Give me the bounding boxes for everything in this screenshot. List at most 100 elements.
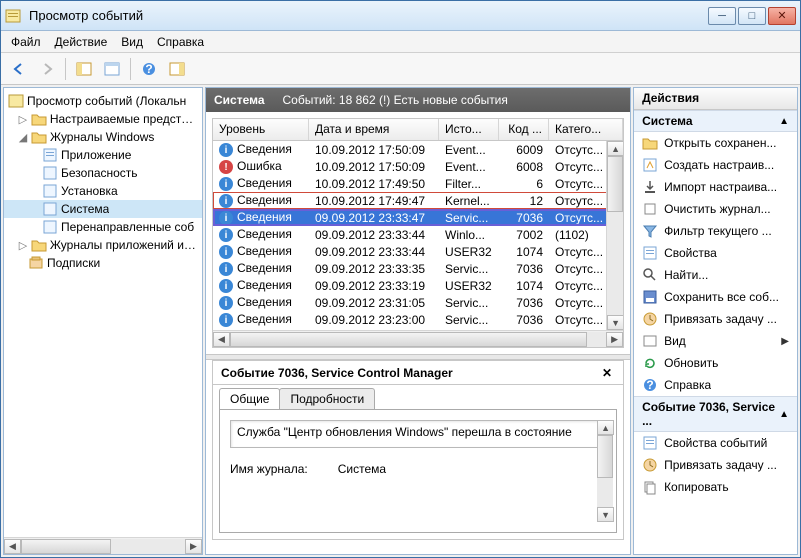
log-icon [42, 165, 58, 181]
detail-vscroll[interactable]: ▲ ▼ [597, 420, 613, 522]
col-source[interactable]: Исто... [439, 119, 499, 140]
detail-title: Событие 7036, Service Control Manager [221, 366, 599, 380]
table-row[interactable]: iСведения10.09.2012 17:49:47Kernel...12О… [213, 192, 623, 209]
back-button[interactable] [7, 57, 31, 81]
task-icon [642, 311, 658, 327]
scroll-up-icon[interactable]: ▲ [597, 420, 614, 435]
menu-help[interactable]: Справка [157, 35, 204, 49]
table-row[interactable]: iСведения09.09.2012 23:33:44USER321074От… [213, 243, 623, 260]
scroll-left-icon[interactable]: ◀ [4, 539, 21, 554]
detail-tabs: Общие Подробности [213, 385, 623, 409]
grid-body[interactable]: iСведения10.09.2012 17:50:09Event...6009… [213, 141, 623, 330]
menu-action[interactable]: Действие [55, 35, 108, 49]
grid-vscroll[interactable]: ▲ ▼ [606, 141, 623, 330]
menu-file[interactable]: Файл [11, 35, 41, 49]
table-row[interactable]: iСведения09.09.2012 23:33:35Servic...703… [213, 260, 623, 277]
action-item[interactable]: Вид▶ [634, 330, 797, 352]
titlebar[interactable]: Просмотр событий ─ □ ✕ [1, 1, 800, 31]
scroll-right-icon[interactable]: ▶ [185, 539, 202, 554]
info-icon: i [219, 177, 233, 191]
grid-header[interactable]: Уровень Дата и время Исто... Код ... Кат… [213, 119, 623, 141]
tree-app-logs[interactable]: ▷ Журналы приложений и сл [4, 236, 202, 254]
col-category[interactable]: Катего... [549, 119, 623, 140]
properties-button[interactable] [100, 57, 124, 81]
action-section[interactable]: Событие 7036, Service ...▲ [634, 396, 797, 432]
table-row[interactable]: iСведения10.09.2012 17:50:09Event...6009… [213, 141, 623, 158]
window-title: Просмотр событий [25, 8, 708, 23]
table-row[interactable]: iСведения09.09.2012 23:23:00Servic...703… [213, 311, 623, 328]
scroll-down-icon[interactable]: ▼ [597, 507, 614, 522]
action-item[interactable]: Фильтр текущего ... [634, 220, 797, 242]
scroll-up-icon[interactable]: ▲ [607, 141, 623, 156]
actions-body: Система▲Открыть сохранен...Создать настр… [634, 110, 797, 554]
tree-system[interactable]: Система [4, 200, 202, 218]
tree-hscroll[interactable]: ◀ ▶ [4, 537, 202, 554]
folder-icon [31, 237, 47, 253]
detail-close-icon[interactable]: ✕ [599, 365, 615, 381]
table-row[interactable]: iСведения09.09.2012 23:33:47Servic...703… [213, 209, 623, 226]
help-button[interactable]: ? [137, 57, 161, 81]
detail-header: Событие 7036, Service Control Manager ✕ [213, 361, 623, 385]
table-row[interactable]: iСведения09.09.2012 23:31:05Servic...703… [213, 294, 623, 311]
close-button[interactable]: ✕ [768, 7, 796, 25]
folder-icon [642, 135, 658, 151]
action-item[interactable]: Сохранить все соб... [634, 286, 797, 308]
tree-forwarded[interactable]: Перенаправленные соб [4, 218, 202, 236]
menu-view[interactable]: Вид [121, 35, 143, 49]
table-row[interactable]: iСведения09.09.2012 23:33:44Winlo...7002… [213, 226, 623, 243]
separator [130, 58, 131, 80]
action-item[interactable]: Создать настраив... [634, 154, 797, 176]
scroll-down-icon[interactable]: ▼ [607, 315, 623, 330]
log-name: Система [214, 93, 265, 107]
svg-text:?: ? [646, 378, 653, 392]
table-row[interactable]: iСведения09.09.2012 23:33:19USER321074От… [213, 277, 623, 294]
action-item[interactable]: Обновить [634, 352, 797, 374]
table-row[interactable]: !Ошибка10.09.2012 17:50:09Event...6008От… [213, 158, 623, 175]
col-code[interactable]: Код ... [499, 119, 549, 140]
action-item[interactable]: Привязать задачу ... [634, 308, 797, 330]
show-hide-action-button[interactable] [165, 57, 189, 81]
tree-windows-logs[interactable]: ◢ Журналы Windows [4, 128, 202, 146]
eventviewer-icon [8, 93, 24, 109]
log-name-label: Имя журнала: [230, 462, 308, 476]
scroll-right-icon[interactable]: ▶ [606, 332, 623, 347]
tree-custom-views[interactable]: ▷ Настраиваемые представл [4, 110, 202, 128]
tab-details[interactable]: Подробности [279, 388, 375, 409]
action-item[interactable]: Свойства событий [634, 432, 797, 454]
action-section[interactable]: Система▲ [634, 110, 797, 132]
collapse-icon[interactable]: ◢ [18, 131, 28, 144]
scroll-left-icon[interactable]: ◀ [213, 332, 230, 347]
detail-panel: Событие 7036, Service Control Manager ✕ … [212, 360, 624, 540]
grid-hscroll[interactable]: ◀ ▶ [213, 330, 623, 347]
table-row[interactable]: iСведения10.09.2012 17:49:50Filter...6От… [213, 175, 623, 192]
minimize-button[interactable]: ─ [708, 7, 736, 25]
center-header: Система Событий: 18 862 (!) Есть новые с… [206, 88, 630, 112]
expand-icon[interactable]: ▷ [18, 239, 28, 252]
action-item[interactable]: Очистить журнал... [634, 198, 797, 220]
action-item[interactable]: Привязать задачу ... [634, 454, 797, 476]
action-item[interactable]: Копировать [634, 476, 797, 498]
col-date[interactable]: Дата и время [309, 119, 439, 140]
wiz-icon [642, 157, 658, 173]
tree[interactable]: Просмотр событий (Локальн ▷ Настраиваемы… [4, 88, 202, 537]
col-level[interactable]: Уровень [213, 119, 309, 140]
tab-general[interactable]: Общие [219, 388, 280, 409]
chevron-right-icon: ▶ [781, 336, 789, 347]
tree-subscriptions[interactable]: Подписки [4, 254, 202, 272]
tree-setup[interactable]: Установка [4, 182, 202, 200]
action-item[interactable]: Импорт настраива... [634, 176, 797, 198]
expand-icon[interactable]: ▷ [18, 113, 28, 126]
log-status: Событий: 18 862 (!) Есть новые события [283, 93, 508, 107]
action-item[interactable]: Открыть сохранен... [634, 132, 797, 154]
show-hide-tree-button[interactable] [72, 57, 96, 81]
tree-security[interactable]: Безопасность [4, 164, 202, 182]
event-description[interactable]: Служба "Центр обновления Windows" перешл… [230, 420, 606, 448]
tree-application[interactable]: Приложение [4, 146, 202, 164]
action-item[interactable]: Свойства [634, 242, 797, 264]
action-item[interactable]: Найти... [634, 264, 797, 286]
tree-root[interactable]: Просмотр событий (Локальн [4, 92, 202, 110]
maximize-button[interactable]: □ [738, 7, 766, 25]
action-item[interactable]: ?Справка [634, 374, 797, 396]
forward-button[interactable] [35, 57, 59, 81]
copy-icon [642, 479, 658, 495]
